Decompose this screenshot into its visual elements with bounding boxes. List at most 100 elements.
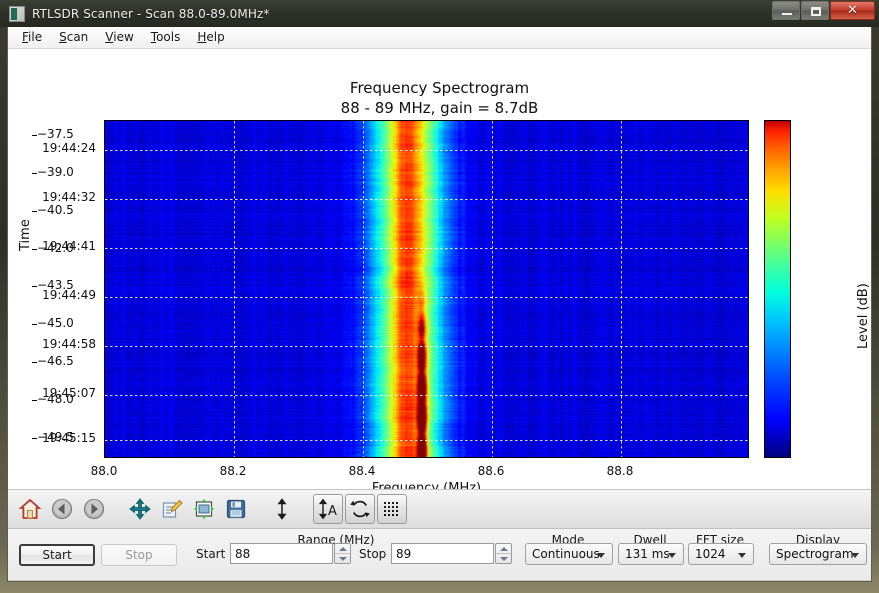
window-title: RTLSDR Scanner - Scan 88.0-89.0MHz* bbox=[32, 6, 270, 21]
colorbar-tick-mark bbox=[32, 399, 37, 401]
colorbar-tick-mark bbox=[32, 248, 37, 250]
minimize-icon bbox=[782, 13, 792, 15]
chevron-down-icon bbox=[499, 556, 508, 561]
home-button[interactable] bbox=[15, 494, 45, 524]
colorbar-tick-mark bbox=[32, 324, 37, 326]
dwell-value: 131 ms bbox=[625, 547, 670, 561]
spectrogram-plot: Frequency Spectrogram 88 - 89 MHz, gain … bbox=[8, 49, 871, 496]
spectrogram-canvas[interactable] bbox=[104, 120, 749, 458]
colorbar-tick-label: −48.0 bbox=[32, 392, 74, 406]
grid-toggle-button[interactable] bbox=[377, 494, 407, 524]
display-select[interactable]: Spectrogram bbox=[769, 543, 867, 565]
vertical-range-button[interactable] bbox=[267, 494, 297, 524]
minimize-button[interactable] bbox=[772, 1, 800, 20]
colorbar-tick-label: −37.5 bbox=[32, 127, 74, 141]
status-bar: Stopped bbox=[8, 581, 871, 582]
mode-select[interactable]: Continuous bbox=[525, 543, 613, 565]
close-button[interactable]: ✕ bbox=[830, 1, 875, 20]
fft-size-value: 1024 bbox=[695, 547, 726, 561]
zoom-to-rect-button[interactable] bbox=[189, 494, 219, 524]
menu-help-label: elp bbox=[206, 30, 225, 44]
plot-toolbar: A bbox=[8, 489, 871, 529]
pan-move-icon bbox=[129, 498, 151, 520]
start-freq-spin-down[interactable] bbox=[335, 554, 350, 563]
autoscale-button[interactable]: A bbox=[313, 494, 343, 524]
colorbar-tick-mark bbox=[32, 286, 37, 288]
chevron-down-icon bbox=[668, 553, 676, 558]
stop-freq-label: Stop bbox=[359, 547, 387, 561]
menu-help[interactable]: Help bbox=[191, 28, 235, 47]
grid-dots-icon bbox=[384, 502, 398, 516]
dwell-select[interactable]: 131 ms bbox=[618, 543, 684, 565]
colorbar-tick-label: −46.5 bbox=[32, 354, 74, 368]
client-area: File Scan View Tools Help Frequency Spec… bbox=[7, 27, 872, 582]
start-freq-spinner[interactable] bbox=[334, 543, 351, 564]
back-arrow-icon bbox=[51, 498, 73, 520]
menu-view[interactable]: View bbox=[99, 28, 144, 47]
refresh-cycle-icon bbox=[350, 500, 370, 518]
save-figure-button[interactable] bbox=[221, 494, 251, 524]
vertical-arrow-icon bbox=[277, 498, 287, 520]
colorbar-tick-label: −43.5 bbox=[32, 278, 74, 292]
stop-scan-button: Stop bbox=[101, 544, 177, 566]
refresh-button[interactable] bbox=[345, 494, 375, 524]
app-icon bbox=[9, 5, 25, 22]
start-freq-input[interactable]: 88 bbox=[230, 543, 333, 564]
spectrogram-image bbox=[105, 121, 748, 457]
menu-scan-accel: S bbox=[59, 30, 67, 44]
stop-freq-spinner[interactable] bbox=[495, 543, 512, 564]
pan-button[interactable] bbox=[125, 494, 155, 524]
chevron-down-icon bbox=[738, 553, 746, 558]
start-scan-button[interactable]: Start bbox=[19, 544, 95, 566]
chevron-up-icon bbox=[499, 546, 508, 551]
colorbar-tick-mark bbox=[32, 210, 37, 212]
application-window: RTLSDR Scanner - Scan 88.0-89.0MHz* ✕ Fi… bbox=[0, 0, 879, 593]
window-buttons: ✕ bbox=[772, 1, 875, 20]
floppy-save-icon bbox=[226, 499, 246, 519]
control-panel: Start Stop Range (MHz) Start 88 Stop 89 … bbox=[8, 529, 871, 581]
fft-size-select[interactable]: 1024 bbox=[688, 543, 754, 565]
x-tick-label: 88.0 bbox=[90, 464, 118, 478]
x-tick-label: 88.6 bbox=[477, 464, 505, 478]
start-freq-spin-up[interactable] bbox=[335, 544, 350, 554]
colorbar-tick-label: −40.5 bbox=[32, 203, 74, 217]
x-tick-label: 88.4 bbox=[348, 464, 376, 478]
status-pane-state: Stopped bbox=[8, 582, 304, 583]
colorbar-tick-label: −49.5 bbox=[32, 430, 74, 444]
menu-tools[interactable]: Tools bbox=[145, 28, 192, 47]
stop-freq-spin-down[interactable] bbox=[496, 554, 511, 563]
close-icon: ✕ bbox=[847, 3, 858, 18]
menu-file[interactable]: File bbox=[16, 28, 53, 47]
colorbar-tick-label: −39.0 bbox=[32, 165, 74, 179]
colorbar-tick-mark bbox=[32, 437, 37, 439]
colorbar bbox=[764, 120, 791, 458]
maximize-button[interactable] bbox=[801, 1, 829, 20]
stop-freq-spin-up[interactable] bbox=[496, 544, 511, 554]
display-value: Spectrogram bbox=[776, 547, 854, 561]
x-tick-label: 88.8 bbox=[606, 464, 634, 478]
colorbar-tick-mark bbox=[32, 172, 37, 174]
y-tick-label: 19:44:24 bbox=[42, 141, 96, 156]
colorbar-tick-mark bbox=[32, 362, 37, 364]
colorbar-label: Level (dB) bbox=[856, 283, 871, 349]
menu-view-label: iew bbox=[113, 30, 134, 44]
forward-arrow-icon bbox=[83, 498, 105, 520]
forward-button[interactable] bbox=[79, 494, 109, 524]
colorbar-tick-mark bbox=[32, 135, 37, 137]
configure-subplots-button[interactable] bbox=[157, 494, 187, 524]
menu-file-label: ile bbox=[28, 30, 43, 44]
stop-freq-input[interactable]: 89 bbox=[391, 543, 494, 564]
title-bar: RTLSDR Scanner - Scan 88.0-89.0MHz* ✕ bbox=[0, 0, 879, 27]
colorbar-tick-label: −45.0 bbox=[32, 316, 74, 330]
x-tick-label: 88.2 bbox=[219, 464, 247, 478]
maximize-icon bbox=[811, 7, 821, 16]
chart-subtitle: 88 - 89 MHz, gain = 8.7dB bbox=[340, 99, 539, 117]
menu-tools-label: ools bbox=[156, 30, 181, 44]
chevron-up-icon bbox=[338, 546, 347, 551]
menu-scan[interactable]: Scan bbox=[53, 28, 99, 47]
chevron-down-icon bbox=[597, 553, 605, 558]
autoscale-a-icon: A bbox=[318, 498, 337, 520]
zoom-rect-icon bbox=[194, 499, 214, 519]
back-button[interactable] bbox=[47, 494, 77, 524]
svg-text:A: A bbox=[328, 504, 337, 519]
